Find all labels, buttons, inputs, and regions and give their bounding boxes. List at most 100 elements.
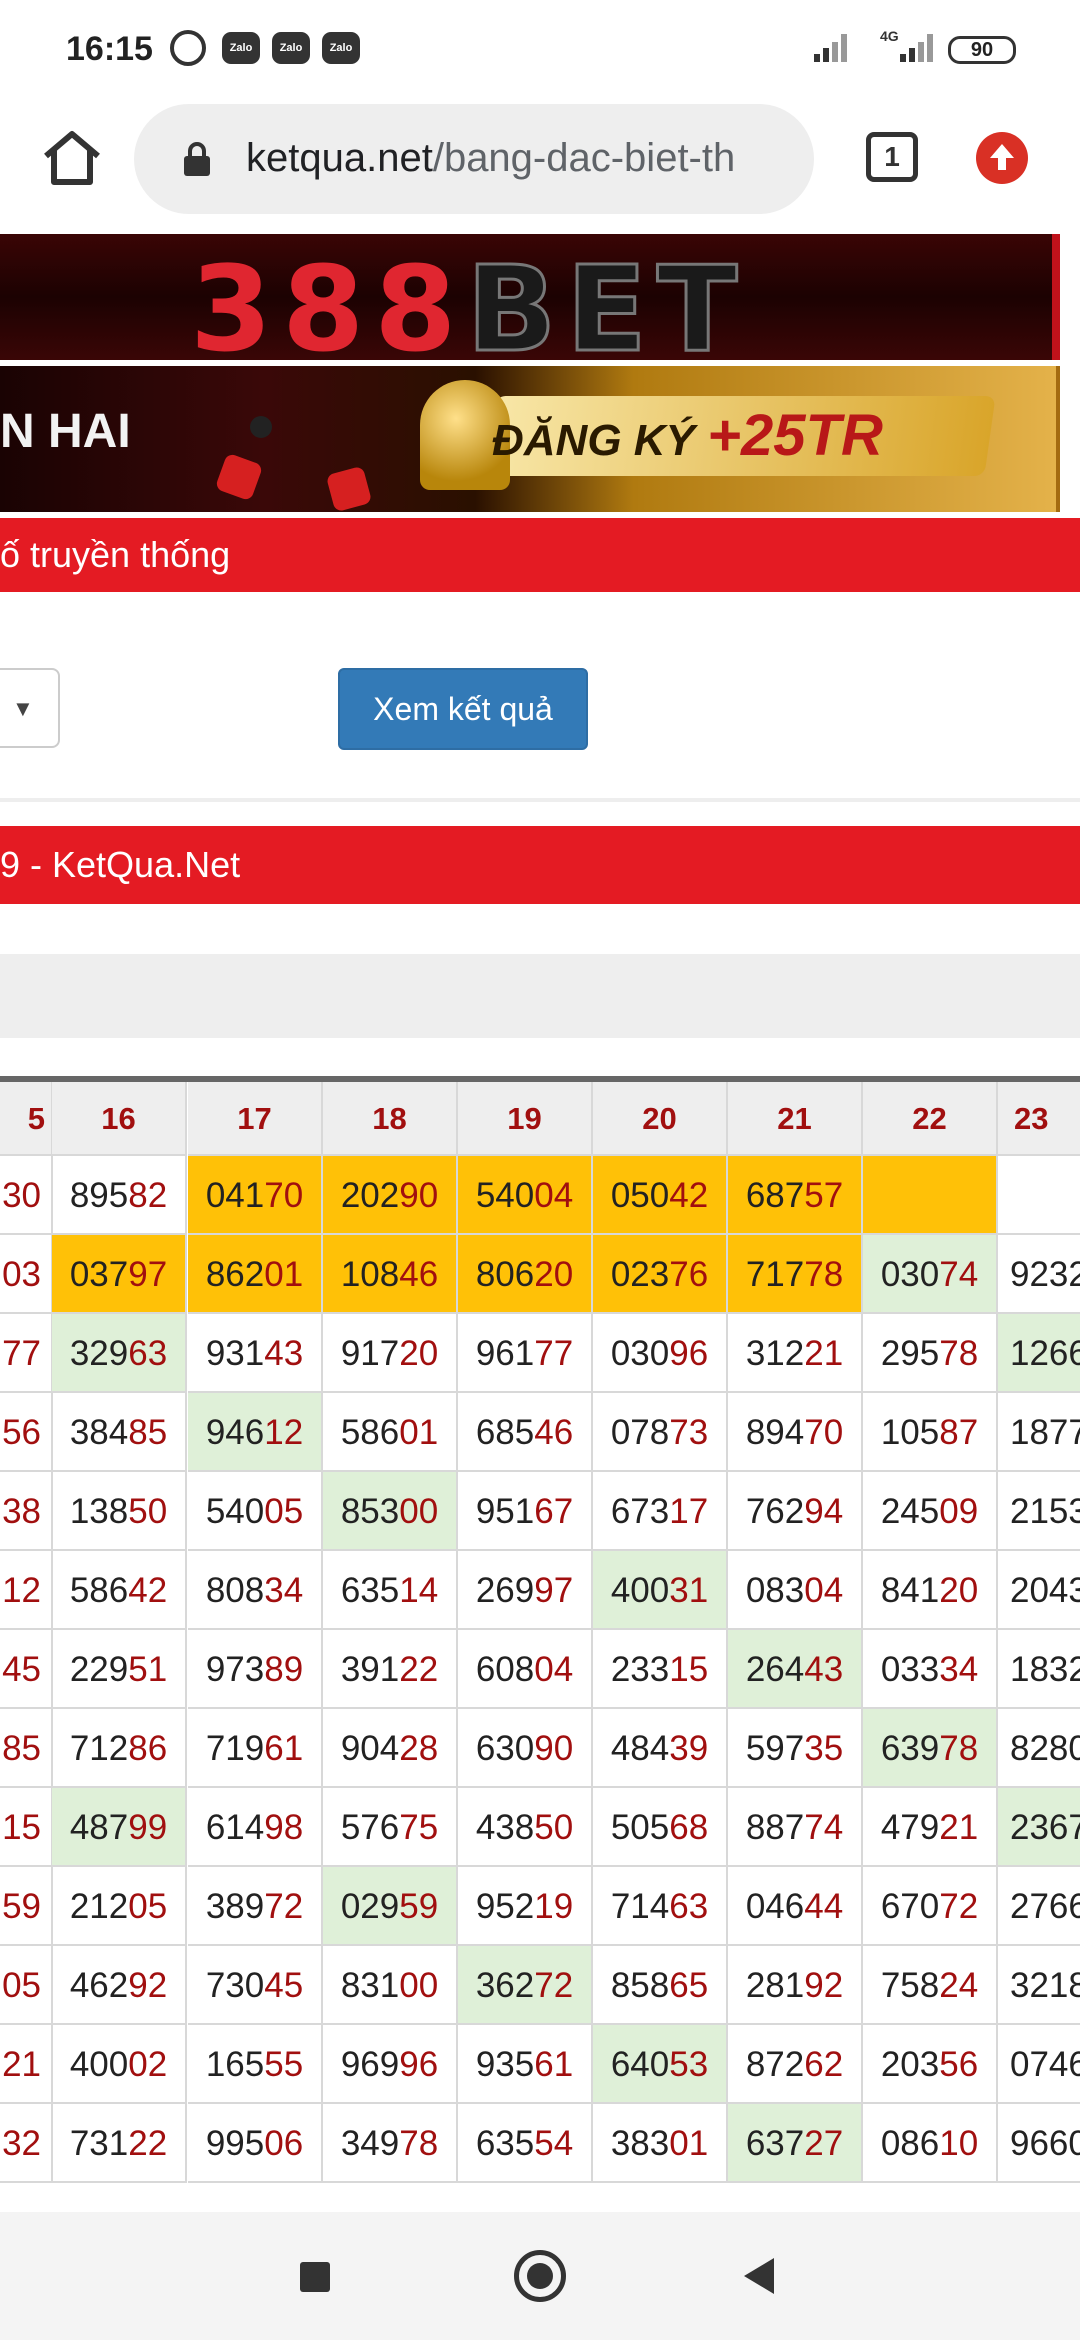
table-cell: 10587 [863, 1393, 998, 1472]
table-cell: 20356 [863, 2025, 998, 2104]
divider [0, 798, 1080, 802]
table-cell: 85300 [323, 1472, 458, 1551]
status-bar: 16:15 Zalo Zalo Zalo 4G 90 [0, 0, 1080, 96]
table-cell: 47921 [863, 1788, 998, 1867]
table-cell: 71463 [593, 1867, 728, 1946]
network-type: 4G [880, 28, 899, 44]
table-cell: 9232 [998, 1235, 1080, 1314]
results-title: 9 - KetQua.Net [0, 826, 1080, 904]
select-dropdown[interactable]: ▼ [0, 668, 60, 748]
table-cell: 07873 [593, 1393, 728, 1472]
table-cell: 71778 [728, 1235, 863, 1314]
table-cell: 23315 [593, 1630, 728, 1709]
table-cell: 85 [0, 1709, 53, 1788]
table-cell: 1832 [998, 1630, 1080, 1709]
table-cell: 93143 [188, 1314, 323, 1393]
table-cell: 05042 [593, 1156, 728, 1235]
ad-banner-promo[interactable]: N HAI ĐĂNG KÝ +25TR [0, 366, 1060, 512]
table-cell: 22951 [52, 1630, 187, 1709]
zalo-notification-icon: Zalo [322, 32, 360, 64]
table-cell: 48799 [52, 1788, 187, 1867]
table-cell: 59735 [728, 1709, 863, 1788]
table-cell: 73122 [52, 2104, 187, 2183]
table-cell: 56 [0, 1393, 53, 1472]
home-button[interactable] [514, 2250, 566, 2302]
url-path: /bang-dac-biet-th [432, 136, 736, 180]
zalo-notification-icon: Zalo [272, 32, 310, 64]
url-text[interactable]: ketqua.net/bang-dac-biet-th [246, 136, 735, 181]
table-cell: 76294 [728, 1472, 863, 1551]
table-cell: 04644 [728, 1867, 863, 1946]
table-cell: 50568 [593, 1788, 728, 1867]
table-cell: 36272 [458, 1946, 593, 2025]
table-cell: 03334 [863, 1630, 998, 1709]
url-domain: ketqua.net [246, 136, 433, 180]
table-cell: 2766 [998, 1867, 1080, 1946]
table-cell: 8280 [998, 1709, 1080, 1788]
table-cell: 63727 [728, 2104, 863, 2183]
table-cell: 85865 [593, 1946, 728, 2025]
table-cell: 60804 [458, 1630, 593, 1709]
signal-icon [814, 32, 854, 62]
table-cell: 58642 [52, 1551, 187, 1630]
lock-icon [184, 142, 210, 176]
zalo-notification-icon: Zalo [222, 32, 260, 64]
table-cell: 02959 [323, 1867, 458, 1946]
signal-icon-2 [900, 32, 940, 62]
table-cell: 2153 [998, 1472, 1080, 1551]
table-cell: 16555 [188, 2025, 323, 2104]
table-cell: 03797 [52, 1235, 187, 1314]
chevron-down-icon: ▼ [12, 696, 34, 721]
tab-switcher-button[interactable]: 1 [866, 132, 918, 182]
address-bar[interactable]: ketqua.net/bang-dac-biet-th [134, 104, 814, 214]
table-cell: 31221 [728, 1314, 863, 1393]
table-cell: 24509 [863, 1472, 998, 1551]
table-cell: 96996 [323, 2025, 458, 2104]
ad-banner-388bet[interactable]: 388BET [0, 234, 1060, 360]
table-cell: 38485 [52, 1393, 187, 1472]
table-cell: 68757 [728, 1156, 863, 1235]
browser-toolbar: ketqua.net/bang-dac-biet-th 1 [0, 96, 1080, 234]
table-cell: 64053 [593, 2025, 728, 2104]
alarm-icon [170, 30, 206, 66]
table-cell: 63978 [863, 1709, 998, 1788]
table-cell: 39122 [323, 1630, 458, 1709]
table-cell: 40002 [52, 2025, 187, 2104]
update-icon[interactable] [976, 132, 1028, 184]
table-cell [998, 1156, 1080, 1235]
table-cell: 3218 [998, 1946, 1080, 2025]
table-cell: 03074 [863, 1235, 998, 1314]
table-cell: 30 [0, 1156, 53, 1235]
table-cell: 38 [0, 1472, 53, 1551]
table-cell: 03096 [593, 1314, 728, 1393]
results-table[interactable]: 5 16 17 18 19 20 21 22 23 30 89582 04170 20290 54004 0… [0, 1076, 1080, 2210]
table-cell: 61498 [188, 1788, 323, 1867]
home-icon[interactable] [40, 126, 104, 190]
column-header: 23 [998, 1082, 1080, 1156]
recents-button[interactable] [300, 2262, 330, 2292]
table-cell: 13850 [52, 1472, 187, 1551]
table-cell: 63514 [323, 1551, 458, 1630]
table-cell: 28192 [728, 1946, 863, 2025]
column-header: 22 [863, 1082, 998, 1156]
table-cell: 20290 [323, 1156, 458, 1235]
battery-icon: 90 [948, 36, 1016, 64]
table-cell: 93561 [458, 2025, 593, 2104]
table-cell: 96177 [458, 1314, 593, 1393]
table-cell: 0746 [998, 2025, 1080, 2104]
chip-icon [250, 416, 272, 438]
back-button[interactable] [744, 2258, 774, 2294]
table-cell: 84120 [863, 1551, 998, 1630]
table-cell: 43850 [458, 1788, 593, 1867]
banner-cta-text: ĐĂNG KÝ +25TR [492, 403, 883, 468]
view-results-button[interactable]: Xem kết quả [338, 668, 588, 750]
table-cell: 63090 [458, 1709, 593, 1788]
table-cell: 67072 [863, 1867, 998, 1946]
dice-icon [214, 452, 264, 502]
table-cell: 2043 [998, 1551, 1080, 1630]
table-cell: 80620 [458, 1235, 593, 1314]
table-cell: 80834 [188, 1551, 323, 1630]
table-cell: 67317 [593, 1472, 728, 1551]
status-time: 16:15 [66, 30, 153, 68]
column-header: 17 [188, 1082, 323, 1156]
